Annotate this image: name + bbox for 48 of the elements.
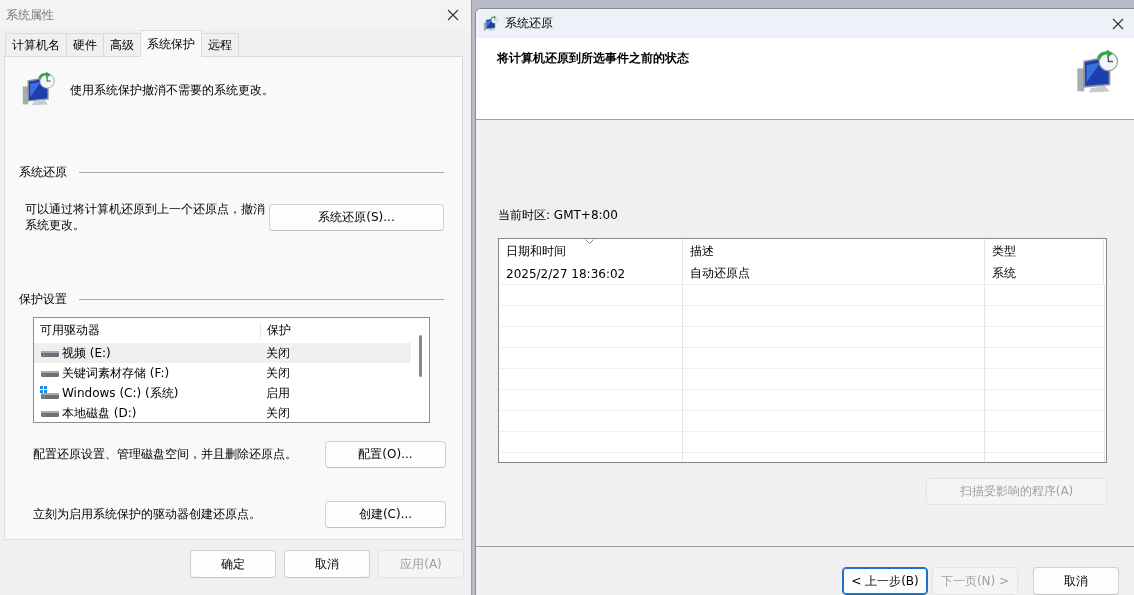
window-title: 系统属性	[6, 6, 54, 24]
scrollbar-thumb[interactable]	[419, 335, 422, 377]
drive-row[interactable]: 关键词素材存储 (F:) 关闭	[34, 363, 411, 383]
protection-status: 启用	[265, 384, 290, 402]
column-header[interactable]: 可用驱动器	[34, 322, 260, 339]
drive-name: Windows (C:) (系统)	[62, 384, 179, 402]
tab[interactable]: 远程	[201, 33, 239, 56]
drive-row[interactable]: Windows (C:) (系统) 启用	[34, 383, 411, 403]
section-heading: 系统还原	[19, 164, 67, 181]
windows-drive-icon	[40, 386, 60, 400]
protection-status: 关闭	[265, 404, 290, 422]
window-title: 系统还原	[505, 15, 553, 32]
dialog-button[interactable]: 取消	[284, 550, 370, 578]
dialog-button[interactable]: 确定	[190, 550, 276, 578]
drive-row[interactable]: 视频 (E:) 关闭	[34, 343, 411, 363]
protection-status: 关闭	[265, 364, 290, 382]
system-restore-button[interactable]: 系统还原(S)...	[269, 203, 444, 231]
table-cell: 自动还原点	[690, 265, 750, 282]
tab[interactable]: 系统保护	[140, 30, 202, 57]
monitor-clock-icon	[1075, 50, 1121, 96]
close-icon[interactable]	[1112, 17, 1124, 30]
page-heading: 将计算机还原到所选事件之前的状态	[497, 50, 689, 67]
wizard-button[interactable]: < 上一步(B)	[842, 567, 928, 595]
wizard-button[interactable]: 取消	[1033, 567, 1119, 595]
drive-name: 本地磁盘 (D:)	[62, 404, 137, 422]
drive-name: 关键词素材存储 (F:)	[62, 364, 170, 382]
drive-name: 视频 (E:)	[62, 344, 111, 362]
column-header[interactable]: 类型	[984, 239, 1104, 263]
monitor-clock-icon	[483, 15, 499, 32]
create-button[interactable]: 创建(C)...	[325, 501, 446, 528]
table-cell: 系统	[992, 265, 1016, 282]
create-text: 立刻为启用系统保护的驱动器创建还原点。	[33, 506, 261, 523]
monitor-clock-icon	[21, 72, 57, 108]
description-text: 可以通过将计算机还原到上一个还原点，撤消系统更改。	[25, 201, 266, 233]
protection-status: 关闭	[265, 344, 290, 362]
drive-row[interactable]: 本地磁盘 (D:) 关闭	[34, 403, 411, 423]
table-row[interactable]: 2025/2/27 18:36:02 自动还原点 系统	[499, 263, 1106, 285]
tab[interactable]: 计算机名	[5, 33, 67, 56]
configure-text: 配置还原设置、管理磁盘空间，并且删除还原点。	[33, 446, 297, 463]
column-header[interactable]: 保护	[260, 322, 411, 339]
configure-button[interactable]: 配置(O)...	[325, 441, 446, 468]
section-heading: 保护设置	[19, 291, 67, 308]
timezone-text: 当前时区: GMT+8:00	[498, 207, 619, 224]
column-header[interactable]: 描述	[682, 239, 984, 263]
intro-text: 使用系统保护撤消不需要的系统更改。	[70, 81, 274, 99]
column-header[interactable]: 日期和时间	[499, 239, 682, 263]
table-cell: 2025/2/27 18:36:02	[506, 266, 626, 281]
close-icon[interactable]	[447, 9, 459, 21]
